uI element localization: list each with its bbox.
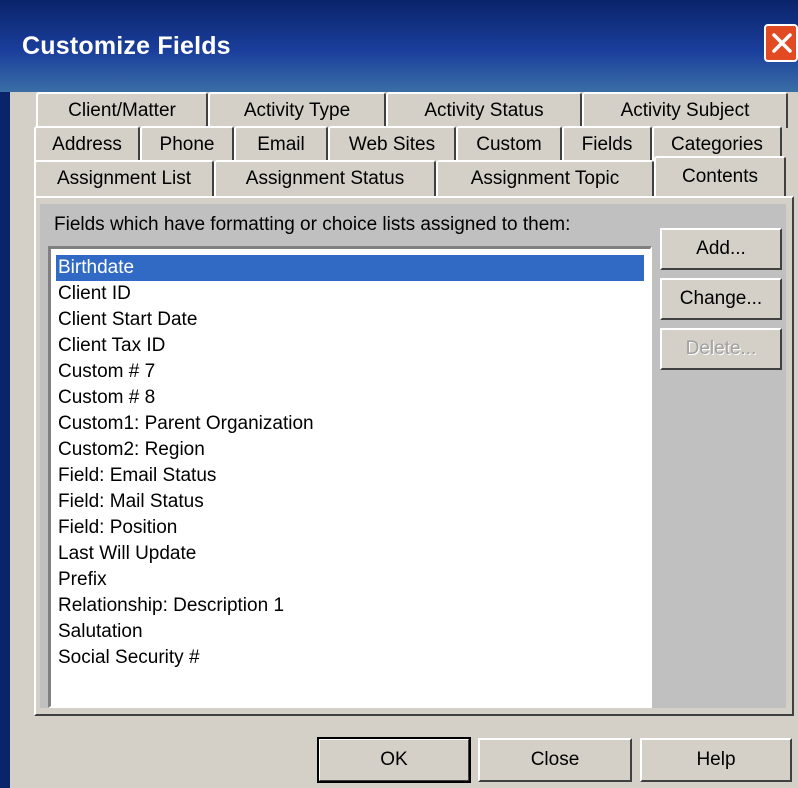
tab-contents[interactable]: Contents [654,156,786,196]
add-button[interactable]: Add... [660,228,782,270]
tab-activity-subject[interactable]: Activity Subject [582,92,788,128]
list-item[interactable]: Custom2: Region [56,437,644,463]
list-item[interactable]: Last Will Update [56,541,644,567]
close-icon [772,33,792,53]
list-item[interactable]: Relationship: Description 1 [56,593,644,619]
list-item[interactable]: Field: Mail Status [56,489,644,515]
tab-assignment-topic[interactable]: Assignment Topic [436,160,654,196]
tab-web-sites[interactable]: Web Sites [328,126,456,162]
ok-button[interactable]: OK [317,737,471,783]
tab-fields[interactable]: Fields [562,126,652,162]
help-button[interactable]: Help [640,738,792,782]
list-item[interactable]: Client Tax ID [56,333,644,359]
list-item[interactable]: Client Start Date [56,307,644,333]
close-button[interactable]: Close [478,738,632,782]
tab-client-matter[interactable]: Client/Matter [36,92,208,128]
window-close-button[interactable] [764,24,798,62]
tab-assignment-status[interactable]: Assignment Status [214,160,436,196]
list-item[interactable]: Custom1: Parent Organization [56,411,644,437]
list-item[interactable]: Custom # 7 [56,359,644,385]
delete-button[interactable]: Delete... [660,328,782,370]
fields-listbox[interactable]: Birthdate Client ID Client Start Date Cl… [48,246,652,708]
change-button[interactable]: Change... [660,278,782,320]
list-item[interactable]: Salutation [56,619,644,645]
tab-activity-type[interactable]: Activity Type [208,92,386,128]
list-item[interactable]: Client ID [56,281,644,307]
list-item[interactable]: Social Security # [56,645,644,671]
tab-address[interactable]: Address [34,126,140,162]
tab-phone[interactable]: Phone [140,126,234,162]
tab-activity-status[interactable]: Activity Status [386,92,582,128]
list-item[interactable]: Custom # 8 [56,385,644,411]
list-item[interactable]: Field: Email Status [56,463,644,489]
list-item-selected[interactable]: Birthdate [56,255,644,281]
list-item[interactable]: Prefix [56,567,644,593]
window-title: Customize Fields [22,32,231,60]
list-label: Fields which have formatting or choice l… [54,214,571,235]
list-item[interactable]: Field: Position [56,515,644,541]
tab-email[interactable]: Email [234,126,328,162]
tab-assignment-list[interactable]: Assignment List [34,160,214,196]
title-bar[interactable]: Customize Fields [0,0,798,92]
tab-custom[interactable]: Custom [456,126,562,162]
window-border [0,92,10,788]
